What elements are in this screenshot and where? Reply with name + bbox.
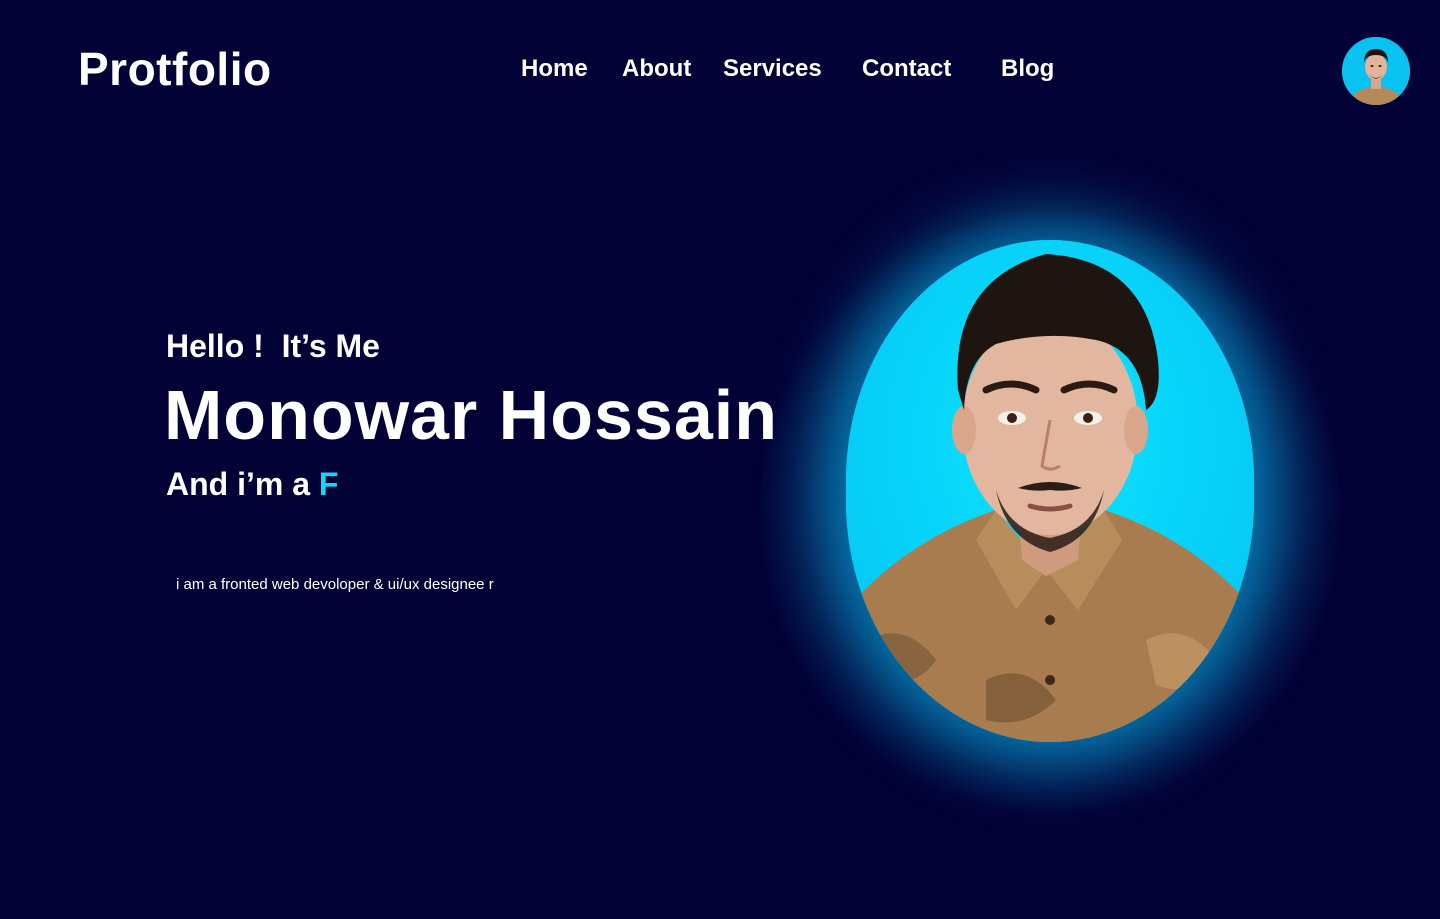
nav-blog[interactable]: Blog [1001, 52, 1054, 86]
nav-about[interactable]: About [622, 52, 691, 86]
nav-home[interactable]: Home [521, 52, 588, 86]
hero-greeting: Hello ! It’s Me [166, 328, 380, 364]
nav-services[interactable]: Services [723, 52, 822, 86]
portrait-photo [846, 240, 1254, 742]
avatar-photo [1342, 37, 1410, 105]
hero-role-prefix: And i’m a [166, 466, 319, 502]
hero-role-typed: F [318, 466, 339, 502]
hero-role: And i’m a F [166, 462, 338, 506]
main-nav: Home About Services Contact Blog [0, 52, 1440, 86]
avatar[interactable] [1342, 37, 1410, 105]
hero-portrait [846, 240, 1254, 742]
portfolio-page: Protfolio Home About Services Contact Bl… [0, 0, 1440, 919]
nav-contact[interactable]: Contact [862, 52, 951, 86]
hero-description: i am a fronted web devoloper & ui/ux des… [176, 576, 494, 593]
hero-name: Monowar Hossain [164, 376, 778, 454]
